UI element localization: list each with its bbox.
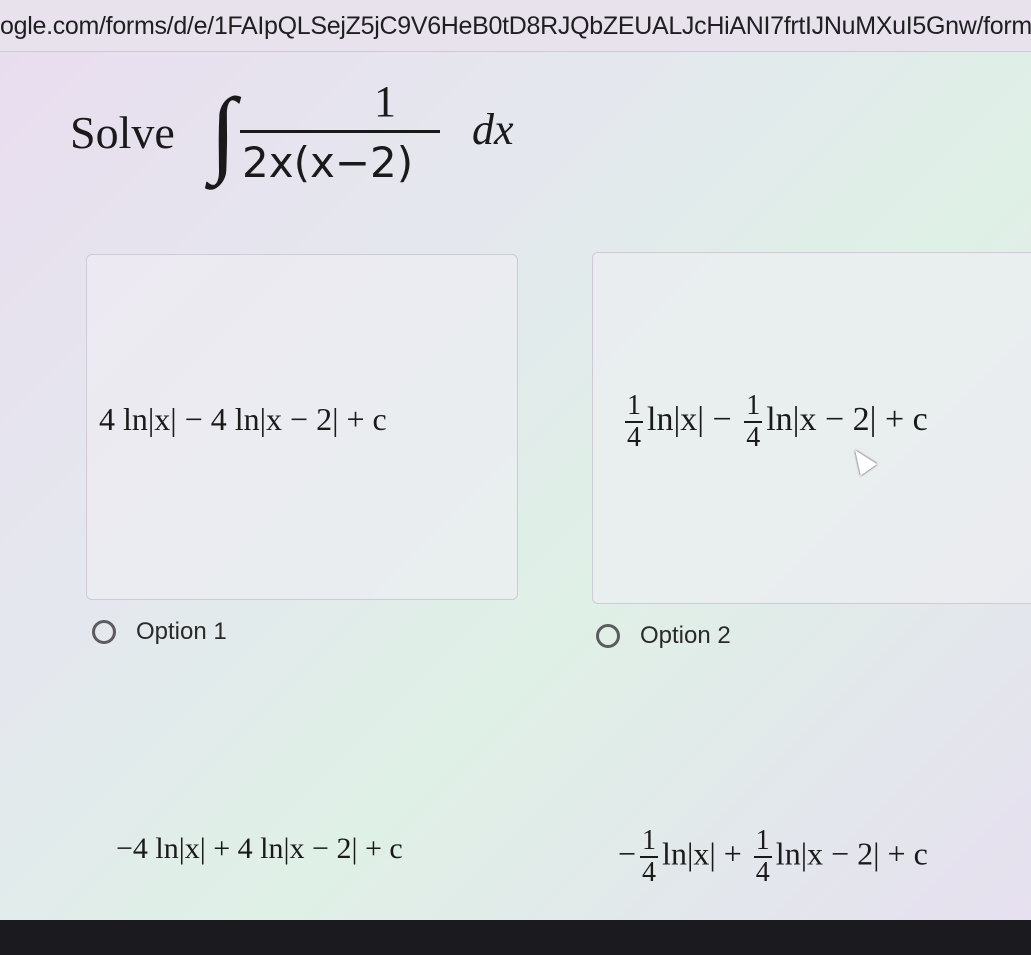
url-text: ogle.com/forms/d/e/1FAIpQLSejZ5jC9V6HeB0… [0, 12, 1031, 40]
option-4-expression: − 1 4 ln|x| + 1 4 ln|x − 2| + c [618, 825, 928, 888]
option-2-expression: 1 4 ln|x| − 1 4 ln|x − 2| + c [625, 390, 928, 453]
fraction-one-quarter: 1 4 [753, 825, 772, 888]
integral-sign: ∫ [210, 78, 237, 185]
option-2-image-card[interactable]: 1 4 ln|x| − 1 4 ln|x − 2| + c [592, 252, 1031, 604]
address-bar[interactable]: ogle.com/forms/d/e/1FAIpQLSejZ5jC9V6HeB0… [0, 0, 1031, 52]
question-title: Solve ∫ 1 2x(x−2) dx [70, 72, 770, 212]
option-1-label: Option 1 [136, 618, 227, 645]
option-3-expression: −4 ln|x| + 4 ln|x − 2| + c [116, 832, 403, 865]
screen-bezel [0, 920, 1031, 955]
fraction-bar [240, 130, 440, 133]
differential: dx [472, 105, 514, 154]
fraction-numerator: 1 [374, 77, 396, 126]
option-2-label: Option 2 [640, 622, 731, 649]
fraction-denominator: 2x(x−2) [242, 138, 414, 187]
radio-unchecked-icon[interactable] [92, 620, 116, 644]
fraction-one-quarter: 1 4 [625, 390, 643, 453]
option-1-image-card[interactable]: 4 ln|x| − 4 ln|x − 2| + c [86, 254, 518, 600]
question-label: Solve [70, 107, 175, 158]
fraction-one-quarter: 1 4 [640, 825, 659, 888]
option-1-expression: 4 ln|x| − 4 ln|x − 2| + c [99, 401, 387, 437]
option-1[interactable]: Option 1 [92, 618, 227, 646]
option-2[interactable]: Option 2 [596, 622, 731, 650]
radio-unchecked-icon[interactable] [596, 624, 620, 648]
fraction-one-quarter: 1 4 [744, 390, 763, 453]
